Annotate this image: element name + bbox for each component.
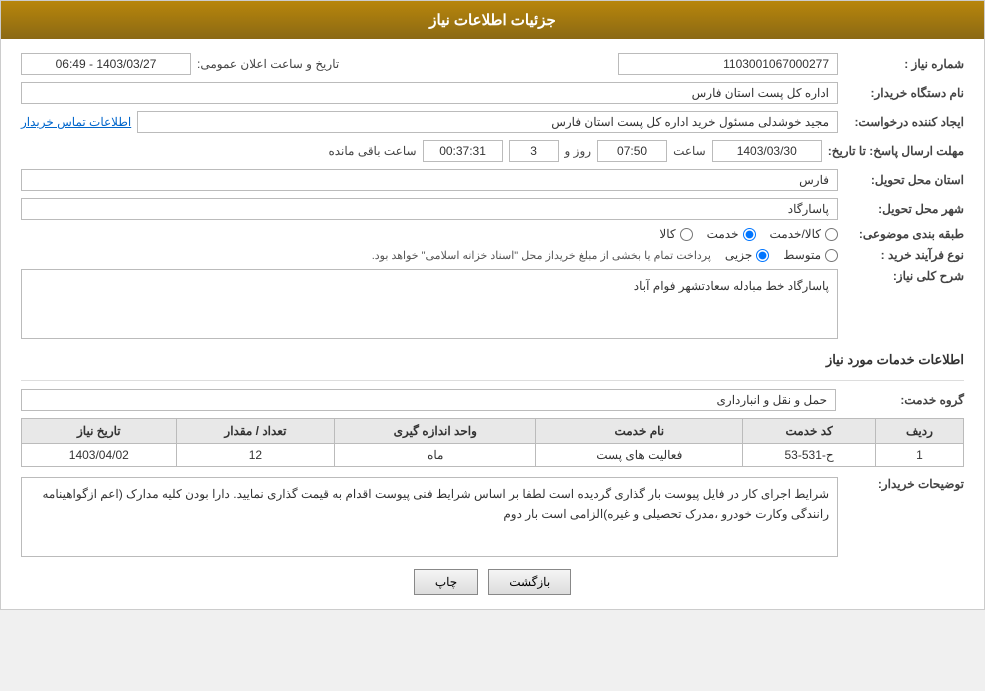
service-group-label: گروه خدمت: (844, 393, 964, 407)
divider1 (21, 380, 964, 381)
page-header: جزئیات اطلاعات نیاز (1, 1, 984, 39)
table-cell-5: 1403/04/02 (22, 444, 177, 467)
announce-date-value: 1403/03/27 - 06:49 (21, 53, 191, 75)
response-remaining-label: ساعت باقی مانده (328, 144, 416, 158)
purchase-type-option-motavasset[interactable]: متوسط (783, 248, 838, 262)
print-button[interactable]: چاپ (414, 569, 478, 595)
city-value: پاسارگاد (21, 198, 838, 220)
requester-value: مجید خوشدلی مسئول خرید اداره کل پست استا… (137, 111, 838, 133)
col-date: تاریخ نیاز (22, 419, 177, 444)
buyer-desc-label: توضیحات خریدار: (844, 477, 964, 491)
buyer-org-value: اداره کل پست استان فارس (21, 82, 838, 104)
back-button[interactable]: بازگشت (488, 569, 571, 595)
table-cell-3: ماه (335, 444, 536, 467)
category-label-kala: کالا (659, 227, 675, 241)
category-radio-group: کالا/خدمت خدمت کالا (659, 227, 838, 241)
response-deadline-label: مهلت ارسال پاسخ: تا تاریخ: (828, 144, 964, 158)
requester-label: ایجاد کننده درخواست: (844, 115, 964, 129)
category-option-kala[interactable]: کالا (659, 227, 692, 241)
response-time: 07:50 (597, 140, 667, 162)
table-cell-2: فعالیت های پست (536, 444, 743, 467)
col-service-code: کد خدمت (743, 419, 876, 444)
category-radio-kala-khadamat[interactable] (825, 228, 838, 241)
response-date: 1403/03/30 (712, 140, 822, 162)
category-radio-khadamat[interactable] (743, 228, 756, 241)
purchase-type-label: نوع فرآیند خرید : (844, 248, 964, 262)
col-row-num: ردیف (875, 419, 963, 444)
col-quantity: تعداد / مقدار (176, 419, 335, 444)
purchase-type-option-jozii[interactable]: جزیی (725, 248, 769, 262)
city-label: شهر محل تحویل: (844, 202, 964, 216)
table-row: 1ح-531-53فعالیت های پستماه121403/04/02 (22, 444, 964, 467)
services-table: ردیف کد خدمت نام خدمت واحد اندازه گیری ت… (21, 418, 964, 467)
table-cell-0: 1 (875, 444, 963, 467)
need-number-value: 1103001067000277 (618, 53, 838, 75)
col-service-name: نام خدمت (536, 419, 743, 444)
purchase-type-radio-group: متوسط جزیی (725, 248, 838, 262)
purchase-type-radio-jozii[interactable] (756, 249, 769, 262)
purchase-type-radio-motavasset[interactable] (825, 249, 838, 262)
category-label-kala-khadamat: کالا/خدمت (770, 227, 821, 241)
purchase-type-label-jozii: جزیی (725, 248, 752, 262)
purchase-type-note: پرداخت تمام یا بخشی از مبلغ خریداز محل "… (372, 249, 711, 262)
buyer-desc-value: شرایط اجرای کار در فایل پیوست بار گذاری … (21, 477, 838, 557)
category-option-kala-khadamat[interactable]: کالا/خدمت (770, 227, 838, 241)
service-group-value: حمل و نقل و انبارداری (21, 389, 836, 411)
province-value: فارس (21, 169, 838, 191)
category-radio-kala[interactable] (680, 228, 693, 241)
need-desc-label: شرح کلی نیاز: (844, 269, 964, 283)
need-desc-value: پاسارگاد خط مبادله سعادتشهر فوام آباد (21, 269, 838, 339)
response-days-label: روز و (565, 144, 592, 158)
category-option-khadamat[interactable]: خدمت (707, 227, 756, 241)
category-label-khadamat: خدمت (707, 227, 739, 241)
service-info-title: اطلاعات خدمات مورد نیاز (21, 346, 964, 372)
response-days: 3 (509, 140, 559, 162)
need-number-label: شماره نیاز : (844, 57, 964, 71)
table-cell-1: ح-531-53 (743, 444, 876, 467)
province-label: استان محل تحویل: (844, 173, 964, 187)
response-time-label: ساعت (673, 144, 706, 158)
response-remaining: 00:37:31 (423, 140, 503, 162)
category-label: طبقه بندی موضوعی: (844, 227, 964, 241)
buyer-org-label: نام دستگاه خریدار: (844, 86, 964, 100)
announce-date-label: تاریخ و ساعت اعلان عمومی: (197, 57, 339, 71)
buttons-row: بازگشت چاپ (21, 569, 964, 595)
table-cell-4: 12 (176, 444, 335, 467)
col-unit: واحد اندازه گیری (335, 419, 536, 444)
purchase-type-label-motavasset: متوسط (783, 248, 821, 262)
requester-contact-link[interactable]: اطلاعات تماس خریدار (21, 115, 131, 129)
